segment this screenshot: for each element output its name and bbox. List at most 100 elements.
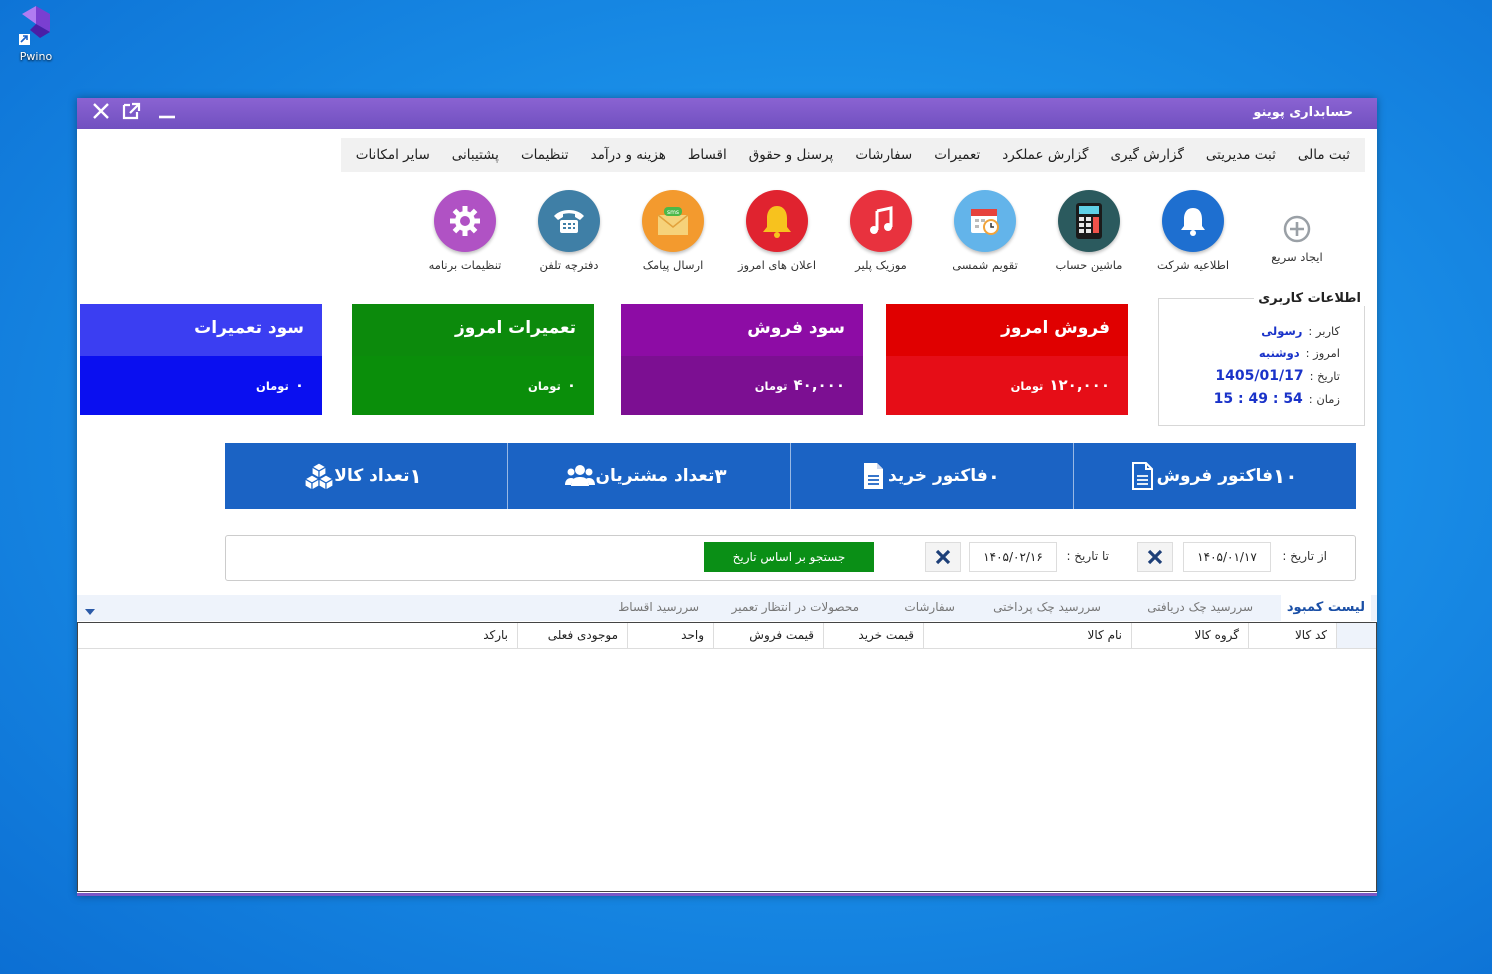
row-selector-header[interactable]	[1336, 623, 1376, 648]
stat-customers[interactable]: تعداد مشتریان ۳	[507, 443, 790, 509]
menu-installments[interactable]: اقساط	[677, 147, 738, 163]
tab-shortage-list[interactable]: لیست کمبود	[1280, 595, 1371, 621]
user-value: رسولی	[1261, 324, 1303, 338]
window-title: حسابداری پوینو	[1253, 105, 1353, 120]
calendar-icon	[971, 209, 999, 235]
telephone-icon	[554, 210, 584, 233]
phonebook-button[interactable]: دفترچه تلفن	[517, 190, 621, 272]
card-repairs-profit[interactable]: سود تعمیرات ۰تومان	[80, 304, 322, 415]
calendar-label: تقویم شمسی	[952, 258, 1018, 272]
column-header[interactable]: گروه کالا	[1131, 623, 1248, 648]
stat-products[interactable]: تعداد کالا ۱	[225, 443, 507, 509]
tab-paid-checks[interactable]: سررسید چک پرداختی	[993, 600, 1101, 614]
menu-support[interactable]: پشتیبانی	[441, 147, 510, 163]
card-title: سود فروش	[747, 318, 845, 338]
stat-purchase-invoices[interactable]: فاکتور خرید ۰	[790, 443, 1073, 509]
card-value: ۴۰,۰۰۰تومان	[754, 376, 845, 394]
column-header[interactable]: واحد	[627, 623, 713, 648]
column-header[interactable]: کد کالا	[1248, 623, 1336, 648]
menu-settings[interactable]: تنظیمات	[510, 147, 580, 163]
today-alerts-button[interactable]: اعلان های امروز	[725, 190, 829, 272]
app-settings-button[interactable]: تنظیمات برنامه	[413, 190, 517, 272]
search-by-date-button[interactable]: جستجو بر اساس تاریخ	[704, 542, 874, 572]
alarm-bell-icon	[763, 206, 791, 238]
stat-label: تعداد مشتریان	[595, 466, 715, 486]
column-header[interactable]: قیمت خرید	[823, 623, 923, 648]
music-player-label: موزیک پلیر	[855, 258, 907, 272]
column-header[interactable]: نام کالا	[923, 623, 1131, 648]
date-label: تاریخ :	[1309, 369, 1340, 383]
stat-sales-invoices[interactable]: فاکتور فروش ۱۰	[1073, 443, 1356, 509]
card-today-sales[interactable]: فروش امروز ۱۲۰,۰۰۰تومان	[886, 304, 1128, 415]
clear-from-date-button[interactable]	[1137, 542, 1173, 572]
date-value: 1405/01/17	[1215, 368, 1304, 384]
tab-received-checks[interactable]: سررسید چک دریافتی	[1147, 600, 1253, 614]
menu-other[interactable]: سایر امکانات	[345, 147, 441, 163]
document-icon	[864, 463, 884, 489]
desktop-icon-label: Pwino	[19, 50, 53, 63]
card-value: ۰تومان	[528, 376, 576, 394]
company-notice-label: اطلاعیه شرکت	[1156, 258, 1230, 272]
card-value: ۱۲۰,۰۰۰تومان	[1010, 376, 1110, 394]
stat-value: ۱	[409, 464, 422, 488]
from-date-input[interactable]: ۱۴۰۵/۰۱/۱۷	[1183, 542, 1271, 572]
restore-button[interactable]	[119, 102, 143, 124]
menu-management[interactable]: ثبت مدیریتی	[1195, 147, 1287, 163]
quick-create-button[interactable]: ایجاد سریع	[1245, 190, 1349, 272]
title-bar: حسابداری پوینو	[77, 98, 1377, 129]
menu-financial[interactable]: ثبت مالی	[1287, 147, 1361, 163]
menu-personnel[interactable]: پرسنل و حقوق	[738, 147, 845, 163]
today-alerts-label: اعلان های امروز	[737, 258, 817, 272]
card-today-repairs[interactable]: تعمیرات امروز ۰تومان	[352, 304, 594, 415]
chevron-down-icon	[85, 609, 95, 615]
tab-pending-repairs[interactable]: محصولات در انتظار تعمیر	[732, 600, 859, 614]
card-title: سود تعمیرات	[194, 318, 304, 338]
calculator-button[interactable]: ماشین حساب	[1037, 190, 1141, 272]
card-value: ۰تومان	[256, 376, 304, 394]
table-header: کد کالا گروه کالا نام کالا قیمت خرید قیم…	[78, 623, 1376, 649]
menu-performance[interactable]: گزارش عملکرد	[991, 147, 1099, 163]
send-sms-button[interactable]: sms ارسال پیامک	[621, 190, 725, 272]
main-menu-bar: ثبت مالی ثبت مدیریتی گزارش گیری گزارش عم…	[340, 138, 1365, 172]
user-row: کاربر : رسولی	[1261, 324, 1340, 338]
quick-create-label: ایجاد سریع	[1271, 250, 1323, 264]
boxes-icon	[304, 462, 335, 491]
stat-label: فاکتور فروش	[1156, 466, 1274, 486]
day-value: دوشنبه	[1258, 346, 1300, 360]
menu-repairs[interactable]: تعمیرات	[923, 147, 991, 163]
stat-label: تعداد کالا	[334, 466, 410, 486]
menu-expenses[interactable]: هزینه و درآمد	[580, 147, 677, 163]
column-header[interactable]: بارکد	[78, 623, 517, 648]
close-button[interactable]	[89, 102, 113, 124]
stat-label: فاکتور خرید	[888, 466, 988, 486]
tab-orders[interactable]: سفارشات	[904, 600, 955, 614]
menu-orders[interactable]: سفارشات	[844, 147, 923, 163]
to-date-input[interactable]: ۱۴۰۵/۰۲/۱۶	[969, 542, 1057, 572]
tabs-dropdown-button[interactable]	[85, 601, 95, 620]
company-notice-button[interactable]: اطلاعیه شرکت	[1141, 190, 1245, 272]
users-icon	[565, 465, 596, 486]
date-filter-panel: از تاریخ : ۱۴۰۵/۰۱/۱۷ تا تاریخ : ۱۴۰۵/۰۲…	[225, 535, 1356, 581]
bell-icon	[1181, 208, 1205, 236]
menu-reports[interactable]: گزارش گیری	[1099, 147, 1194, 163]
from-date-label: از تاریخ :	[1282, 549, 1327, 563]
minimize-button[interactable]	[155, 102, 179, 124]
card-sales-profit[interactable]: سود فروش ۴۰,۰۰۰تومان	[621, 304, 863, 415]
calculator-label: ماشین حساب	[1055, 258, 1123, 272]
column-header[interactable]: قیمت فروش	[713, 623, 823, 648]
app-settings-label: تنظیمات برنامه	[428, 258, 502, 272]
minimize-icon	[159, 115, 175, 119]
stat-value: ۰	[987, 464, 1000, 488]
date-row: تاریخ : 1405/01/17	[1215, 368, 1340, 384]
send-sms-label: ارسال پیامک	[642, 258, 704, 272]
pwino-app-icon	[16, 4, 56, 50]
desktop-icon-pwino[interactable]: Pwino	[8, 4, 64, 63]
stats-bar: فاکتور فروش ۱۰ فاکتور خرید ۰ تعداد مشتری…	[225, 443, 1356, 509]
clear-to-date-button[interactable]	[925, 542, 961, 572]
music-player-button[interactable]: موزیک پلیر	[829, 190, 933, 272]
tab-installments-due[interactable]: سررسید اقساط	[618, 600, 699, 614]
column-header[interactable]: موجودی فعلی	[517, 623, 627, 648]
stat-value: ۳	[714, 464, 727, 488]
calendar-button[interactable]: تقویم شمسی	[933, 190, 1037, 272]
music-note-icon	[870, 206, 893, 234]
